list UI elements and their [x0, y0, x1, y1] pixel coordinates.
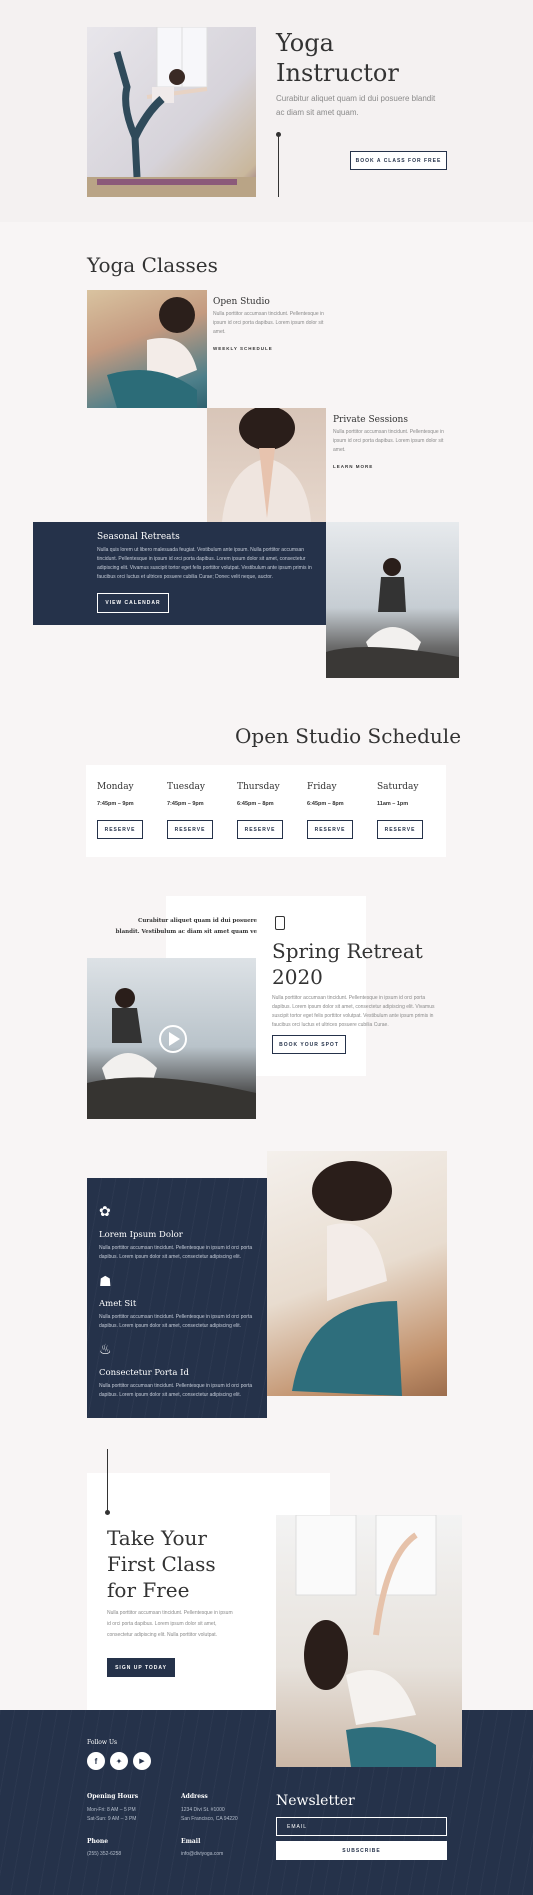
- schedule-day-name: Friday: [307, 782, 337, 792]
- book-your-spot-button[interactable]: BOOK YOUR SPOT: [272, 1035, 346, 1054]
- schedule-day: Saturday 11am – 1pm: [377, 782, 437, 807]
- youtube-icon[interactable]: ▶: [133, 1752, 151, 1770]
- twitter-icon[interactable]: ✦: [110, 1752, 128, 1770]
- schedule-day-name: Saturday: [377, 782, 419, 792]
- follow-us-label: Follow Us: [87, 1739, 118, 1746]
- schedule-day: Monday 7:45pm – 9pm: [97, 782, 157, 807]
- seasonal-retreats-image: [326, 522, 459, 678]
- features-image: [267, 1151, 447, 1396]
- phone-text[interactable]: (255) 352-6258: [87, 1851, 121, 1857]
- reserve-button[interactable]: RESERVE: [167, 820, 213, 839]
- open-studio-image: [87, 290, 207, 408]
- free-class-title: Take Your First Class for Free: [107, 1526, 216, 1602]
- reserve-button[interactable]: RESERVE: [237, 820, 283, 839]
- classes-heading: Yoga Classes: [87, 253, 218, 277]
- sign-up-today-button[interactable]: SIGN UP TODAY: [107, 1658, 175, 1677]
- subscribe-button[interactable]: SUBSCRIBE: [276, 1841, 447, 1860]
- hero-divider-line: [278, 133, 279, 197]
- feature-title: Lorem Ipsum Dolor: [99, 1230, 183, 1240]
- opening-hours-label: Opening Hours: [87, 1793, 139, 1800]
- schedule-day-time: 11am – 1pm: [377, 801, 409, 807]
- book-free-class-button[interactable]: BOOK A CLASS FOR FREE: [350, 151, 447, 170]
- private-sessions-text: Nulla porttitor accumsan tincidunt. Pell…: [333, 429, 444, 453]
- seasonal-retreats-title: Seasonal Retreats: [97, 532, 180, 542]
- feature-title: Consectetur Porta Id: [99, 1368, 189, 1378]
- hero-title: Yoga Instructor: [276, 29, 399, 87]
- facebook-icon[interactable]: f: [87, 1752, 105, 1770]
- hero-subtitle: Curabitur aliquet quam id dui posuere bl…: [276, 94, 436, 117]
- free-class-text: Nulla porttitor accumsan tincidunt. Pell…: [107, 1610, 233, 1638]
- phone-label: Phone: [87, 1838, 109, 1845]
- learn-more-link[interactable]: LEARN MORE: [333, 464, 373, 469]
- seasonal-retreats-text: Nulla quis lorem ut libero malesuada feu…: [97, 547, 312, 580]
- feature-text: Nulla porttitor accumsan tincidunt. Pell…: [99, 1383, 253, 1398]
- reserve-button[interactable]: RESERVE: [97, 820, 143, 839]
- feature-text: Nulla porttitor accumsan tincidunt. Pell…: [99, 1245, 253, 1260]
- hero-divider-dot: [276, 132, 281, 137]
- free-class-image: [276, 1515, 462, 1767]
- open-studio-text: Nulla porttitor accumsan tincidunt. Pell…: [213, 311, 324, 335]
- stones-icon: ☗: [99, 1273, 112, 1289]
- hero-section: Yoga Instructor Curabitur aliquet quam i…: [0, 0, 533, 222]
- free-class-divider-dot: [105, 1510, 110, 1515]
- schedule-day-time: 7:45pm – 9pm: [97, 801, 134, 807]
- reserve-button[interactable]: RESERVE: [307, 820, 353, 839]
- view-calendar-button[interactable]: VIEW CALENDAR: [97, 593, 169, 613]
- newsletter-title: Newsletter: [276, 1793, 355, 1809]
- opening-hours-text: Mon-Fri: 8 AM – 5 PM Sat-Sun: 9 AM – 3 P…: [87, 1807, 137, 1822]
- schedule-panel: [86, 765, 446, 857]
- email-label: Email: [181, 1838, 201, 1845]
- retreat-quote: Curabitur aliquet quam id dui posuere bl…: [115, 918, 257, 935]
- feature-text: Nulla porttitor accumsan tincidunt. Pell…: [99, 1314, 253, 1329]
- weekly-schedule-link[interactable]: WEEKLY SCHEDULE: [213, 346, 273, 351]
- schedule-day-name: Thursday: [237, 782, 280, 792]
- schedule-heading: Open Studio Schedule: [235, 724, 462, 748]
- schedule-day-name: Monday: [97, 782, 134, 792]
- schedule-day-time: 7:45pm – 9pm: [167, 801, 204, 807]
- schedule-day-time: 6:45pm – 8pm: [237, 801, 274, 807]
- schedule-day-name: Tuesday: [167, 782, 205, 792]
- open-studio-title: Open Studio: [213, 297, 270, 307]
- reserve-button[interactable]: RESERVE: [377, 820, 423, 839]
- schedule-day: Thursday 6:45pm – 8pm: [237, 782, 297, 807]
- retreat-text: Nulla porttitor accumsan tincidunt. Pell…: [272, 995, 435, 1028]
- hero-image: [87, 27, 256, 197]
- mortar-icon: ♨: [99, 1341, 112, 1357]
- lotus-icon: ✿: [99, 1203, 111, 1219]
- seasonal-retreats-panel: Seasonal Retreats Nulla quis lorem ut li…: [33, 522, 326, 625]
- schedule-day: Friday 6:45pm – 8pm: [307, 782, 367, 807]
- retreat-title: Spring Retreat 2020: [272, 939, 423, 989]
- address-label: Address: [181, 1793, 208, 1800]
- features-panel: ✿ Lorem Ipsum Dolor Nulla porttitor accu…: [87, 1178, 267, 1418]
- email-text[interactable]: info@diviyoga.com: [181, 1851, 223, 1857]
- schedule-day: Tuesday 7:45pm – 9pm: [167, 782, 227, 807]
- address-text: 1234 Divi St. #1000 San Francisco, CA 94…: [181, 1807, 238, 1822]
- newsletter-email-input[interactable]: EMAIL: [276, 1817, 447, 1836]
- free-class-divider-line: [107, 1449, 108, 1512]
- play-video-icon[interactable]: [159, 1025, 187, 1053]
- schedule-day-time: 6:45pm – 8pm: [307, 801, 344, 807]
- retreat-icon: [275, 916, 285, 930]
- private-sessions-title: Private Sessions: [333, 415, 408, 425]
- feature-title: Amet Sit: [99, 1299, 137, 1309]
- private-sessions-image: [207, 408, 326, 522]
